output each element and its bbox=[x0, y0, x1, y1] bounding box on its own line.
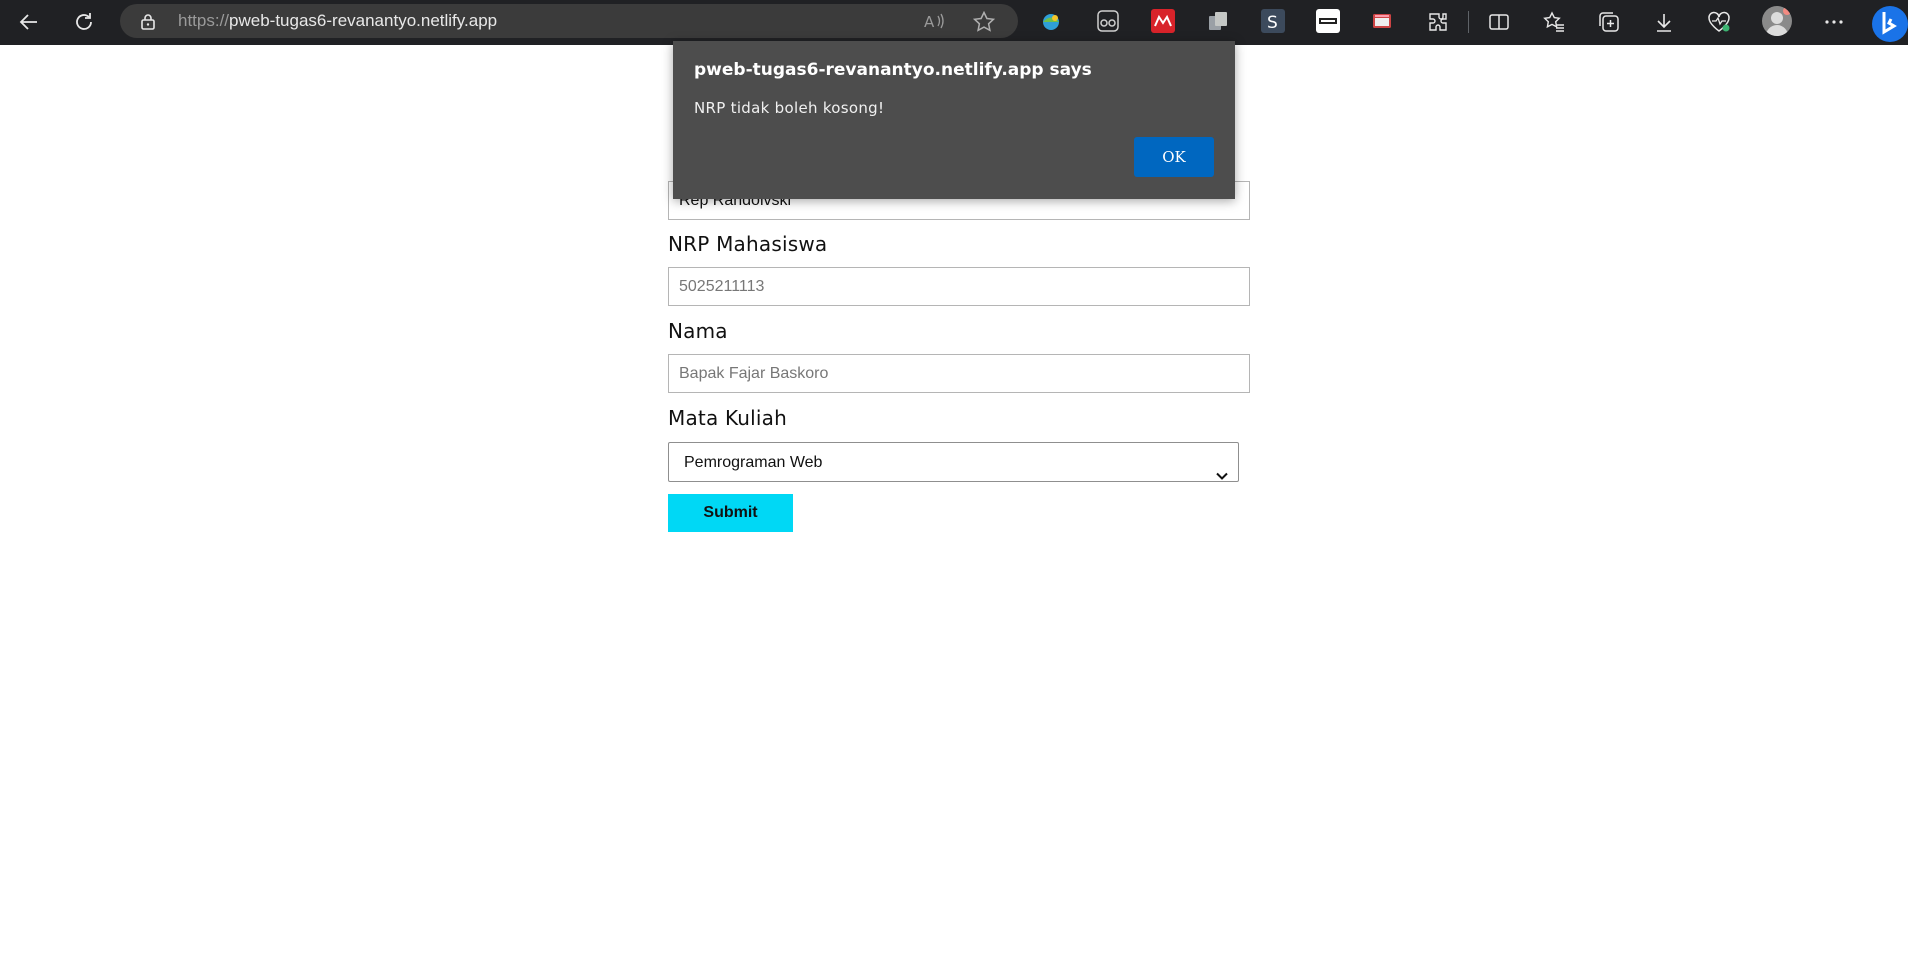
toolbar-divider bbox=[1468, 11, 1469, 33]
extension-window-icon[interactable] bbox=[1370, 9, 1394, 33]
svg-text:A: A bbox=[924, 13, 935, 31]
back-icon[interactable] bbox=[13, 6, 45, 38]
split-screen-icon[interactable] bbox=[1483, 6, 1515, 38]
browser-toolbar: https://pweb-tugas6-revanantyo.netlify.a… bbox=[0, 0, 1908, 45]
ok-button[interactable]: OK bbox=[1134, 137, 1214, 177]
url-protocol: https:// bbox=[178, 11, 230, 30]
nama-input[interactable]: Bapak Fajar Baskoro bbox=[668, 354, 1250, 393]
nrp-label: NRP Mahasiswa bbox=[668, 232, 828, 256]
alert-message: NRP tidak boleh kosong! bbox=[694, 99, 885, 117]
alert-dialog: pweb-tugas6-revanantyo.netlify.app says … bbox=[673, 41, 1235, 199]
more-icon[interactable] bbox=[1818, 6, 1850, 38]
url-host: pweb-tugas6-revanantyo.netlify.app bbox=[229, 11, 498, 30]
extension-s-icon[interactable]: S bbox=[1261, 9, 1285, 33]
submit-button[interactable]: Submit bbox=[668, 494, 793, 532]
favorites-icon[interactable] bbox=[1538, 6, 1570, 38]
extension-glasses-icon[interactable] bbox=[1096, 9, 1120, 33]
extension-globe-icon[interactable] bbox=[1039, 9, 1063, 33]
mata-kuliah-select[interactable]: Pemrograman Web bbox=[668, 442, 1239, 482]
extension-copy-icon[interactable] bbox=[1206, 9, 1230, 33]
alert-title: pweb-tugas6-revanantyo.netlify.app says bbox=[694, 60, 1092, 80]
nrp-input[interactable]: 5025211113 bbox=[668, 267, 1250, 306]
extension-mendeley-icon[interactable] bbox=[1151, 9, 1175, 33]
collections-icon[interactable] bbox=[1593, 6, 1625, 38]
lock-icon[interactable] bbox=[140, 13, 156, 35]
extension-icon[interactable] bbox=[1422, 6, 1454, 38]
extension-abbr-icon[interactable] bbox=[1316, 9, 1340, 33]
svg-text:S: S bbox=[1267, 13, 1278, 33]
profile-avatar[interactable] bbox=[1762, 6, 1792, 36]
url-text[interactable]: https://pweb-tugas6-revanantyo.netlify.a… bbox=[178, 4, 497, 38]
notification-dot bbox=[1783, 7, 1791, 15]
nama-label: Nama bbox=[668, 319, 728, 343]
address-bar[interactable]: https://pweb-tugas6-revanantyo.netlify.a… bbox=[120, 4, 1018, 38]
mata-kuliah-label: Mata Kuliah bbox=[668, 406, 788, 430]
mata-kuliah-selected: Pemrograman Web bbox=[684, 454, 823, 471]
bing-icon[interactable] bbox=[1868, 2, 1908, 42]
favorite-star-icon[interactable] bbox=[972, 10, 996, 37]
browser-essentials-icon[interactable] bbox=[1703, 6, 1735, 38]
read-aloud-icon[interactable]: A bbox=[923, 11, 947, 36]
refresh-icon[interactable] bbox=[68, 6, 100, 38]
chevron-down-icon bbox=[1216, 457, 1228, 497]
downloads-icon[interactable] bbox=[1648, 6, 1680, 38]
